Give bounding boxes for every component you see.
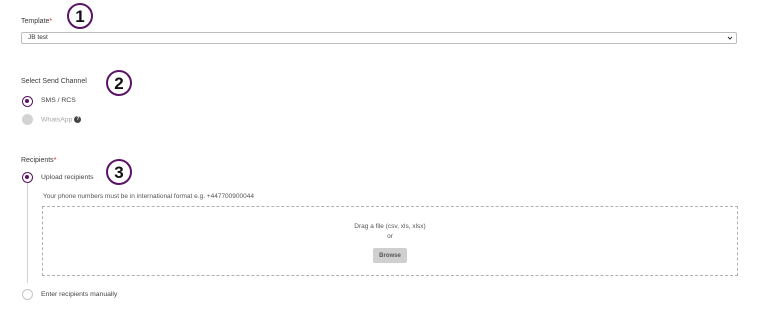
recipients-label: Recipients* <box>21 157 56 164</box>
marker-number: 2 <box>114 73 124 93</box>
marker-number: 3 <box>114 162 124 182</box>
template-select[interactable]: JB test <box>21 32 737 44</box>
file-dropzone[interactable]: Drag a file (csv, xls, xlsx) or Browse <box>42 206 738 276</box>
upload-recipients-radio[interactable] <box>22 172 33 183</box>
step-marker-1: 1 <box>67 3 93 29</box>
required-mark: * <box>49 18 53 25</box>
whatsapp-label: WhatsApp <box>41 116 73 124</box>
dropzone-text: Drag a file (csv, xls, xlsx) <box>354 223 426 230</box>
manual-recipients-label: Enter recipients manually <box>41 291 118 298</box>
template-label: Template* <box>21 18 52 25</box>
template-label-text: Template <box>21 18 50 25</box>
upload-recipients-label: Upload recipients <box>41 174 94 181</box>
browse-button[interactable]: Browse <box>373 248 407 263</box>
dropzone-or: or <box>387 233 393 240</box>
recipients-label-text: Recipients <box>21 157 54 164</box>
whatsapp-option: WhatsApp? <box>41 116 82 124</box>
send-form: Template* 1 JB test Select Send Channel … <box>0 0 768 318</box>
sms-rcs-radio[interactable] <box>22 96 33 107</box>
chevron-down-icon <box>727 36 733 40</box>
template-select-value: JB test <box>28 34 48 41</box>
manual-recipients-radio[interactable] <box>22 289 33 300</box>
phone-format-hint: Your phone numbers must be in internatio… <box>43 193 254 200</box>
option-connector-line <box>27 183 28 283</box>
required-mark: * <box>53 157 57 164</box>
sms-rcs-label: SMS / RCS <box>41 97 76 104</box>
whatsapp-radio <box>22 114 33 125</box>
step-marker-3: 3 <box>106 159 132 185</box>
marker-number: 1 <box>75 6 85 26</box>
step-marker-2: 2 <box>106 70 132 96</box>
channel-label: Select Send Channel <box>21 78 87 85</box>
help-icon[interactable]: ? <box>74 116 82 123</box>
